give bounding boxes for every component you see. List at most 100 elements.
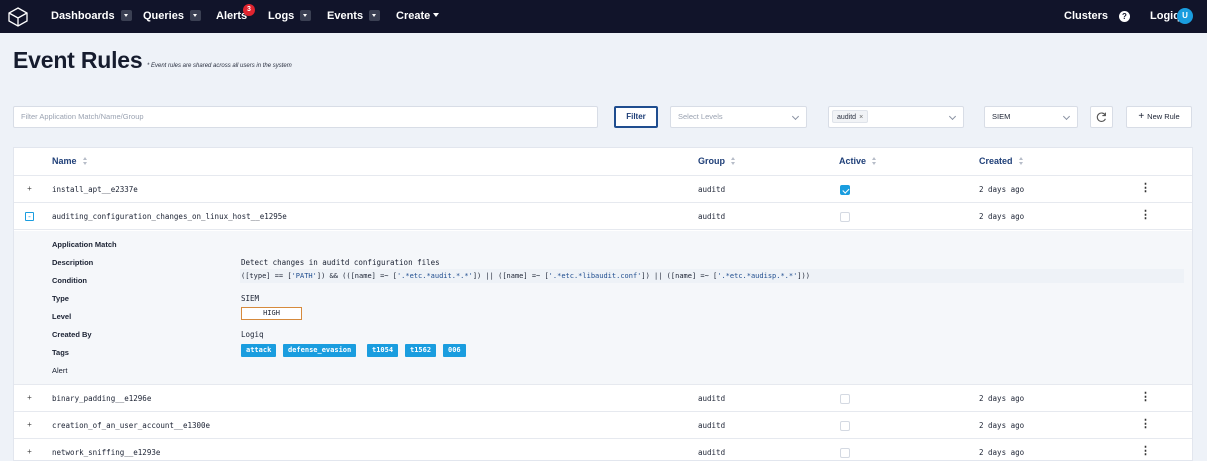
expand-icon[interactable]: + — [25, 394, 34, 403]
expand-icon[interactable]: + — [25, 185, 34, 194]
description-value: Detect changes in auditd configuration f… — [241, 258, 440, 267]
label-description: Description — [52, 258, 94, 267]
rules-table: Name Group Active Created + install_apt_… — [13, 147, 1193, 461]
collapse-icon[interactable]: - — [25, 212, 34, 221]
tag-badge: attack — [241, 344, 277, 357]
refresh-button[interactable] — [1090, 106, 1113, 128]
rule-name: auditing_configuration_changes_on_linux_… — [52, 212, 287, 221]
label-level: Level — [52, 312, 72, 321]
rule-group: auditd — [698, 448, 726, 457]
chevron-down-icon — [948, 112, 957, 121]
label-tags: Tags — [52, 348, 69, 357]
tag-badge: defense_evasion — [283, 344, 357, 357]
plus-icon: + — [1138, 111, 1145, 122]
tag-badge: t1054 — [367, 344, 399, 357]
label-condition: Condition — [52, 276, 87, 285]
chevron-down-icon — [791, 112, 800, 121]
type-value: SIEM — [241, 294, 260, 303]
rule-group: auditd — [698, 212, 726, 221]
level-value: HIGH — [241, 307, 302, 320]
alerts-badge: 3 — [243, 4, 255, 16]
sort-icon — [82, 157, 88, 165]
chevron-down-icon — [369, 9, 381, 21]
chevron-down-icon — [300, 9, 312, 21]
column-group[interactable]: Group — [698, 148, 736, 176]
kebab-menu-icon[interactable]: ⋮ — [1140, 203, 1151, 230]
tag-badge: t1562 — [405, 344, 437, 357]
nav-alerts[interactable]: Alerts — [216, 0, 247, 33]
new-rule-button[interactable]: + New Rule — [1126, 106, 1192, 128]
expand-icon[interactable]: + — [25, 421, 34, 430]
page-note: * Event rules are shared across all user… — [147, 63, 292, 69]
refresh-icon — [1096, 112, 1106, 122]
table-header: Name Group Active Created — [14, 148, 1192, 176]
rule-detail-panel: Application Match Description Detect cha… — [14, 231, 1192, 385]
rule-group: auditd — [698, 394, 726, 403]
rule-created: 2 days ago — [979, 421, 1025, 430]
sort-icon — [731, 157, 736, 165]
table-row[interactable]: + network_sniffing__e1293e auditd 2 days… — [14, 439, 1192, 461]
label-alert: Alert — [52, 366, 68, 375]
group-select[interactable]: auditd × — [828, 106, 964, 128]
created-by-value: Logiq — [241, 330, 264, 339]
logo-cube-icon[interactable] — [7, 6, 29, 28]
nav-clusters[interactable]: Clusters — [1064, 0, 1108, 33]
table-row[interactable]: + binary_padding__e1296e auditd 2 days a… — [14, 385, 1192, 412]
nav-events[interactable]: Events — [327, 0, 381, 33]
kebab-menu-icon[interactable]: ⋮ — [1140, 176, 1151, 203]
type-value: SIEM — [992, 112, 1011, 121]
nav-logs[interactable]: Logs — [268, 0, 312, 33]
rule-name: network_sniffing__e1293e — [52, 448, 161, 457]
active-checkbox[interactable] — [840, 394, 850, 404]
column-created[interactable]: Created — [979, 148, 1024, 176]
rule-group: auditd — [698, 185, 726, 194]
active-checkbox[interactable] — [840, 421, 850, 431]
rule-created: 2 days ago — [979, 448, 1025, 457]
table-row[interactable]: + install_apt__e2337e auditd 2 days ago … — [14, 176, 1192, 203]
label-created-by: Created By — [52, 330, 92, 339]
label-application-match: Application Match — [52, 240, 117, 249]
rule-name: creation_of_an_user_account__e1300e — [52, 421, 211, 430]
group-chip: auditd × — [832, 110, 869, 123]
column-active[interactable]: Active — [839, 148, 877, 176]
rule-created: 2 days ago — [979, 394, 1025, 403]
kebab-menu-icon[interactable]: ⋮ — [1140, 385, 1151, 412]
chevron-down-icon — [189, 9, 201, 21]
top-nav: Dashboards Queries Alerts 3 Logs Events … — [0, 0, 1207, 33]
filter-button[interactable]: Filter — [614, 106, 658, 128]
column-name[interactable]: Name — [52, 148, 88, 176]
user-name[interactable]: Logiq — [1150, 0, 1180, 33]
close-icon[interactable]: × — [859, 114, 863, 121]
kebab-menu-icon[interactable]: ⋮ — [1140, 439, 1151, 461]
chevron-down-icon — [120, 9, 132, 21]
expand-icon[interactable]: + — [25, 448, 34, 457]
rule-created: 2 days ago — [979, 212, 1025, 221]
sort-icon — [872, 157, 877, 165]
rule-name: binary_padding__e1296e — [52, 394, 152, 403]
label-type: Type — [52, 294, 69, 303]
levels-select[interactable]: Select Levels — [670, 106, 807, 128]
avatar[interactable]: U — [1177, 8, 1193, 24]
new-rule-label: New Rule — [1147, 112, 1180, 121]
rule-group: auditd — [698, 421, 726, 430]
type-select[interactable]: SIEM — [984, 106, 1078, 128]
nav-queries[interactable]: Queries — [143, 0, 201, 33]
sort-icon — [1018, 157, 1024, 165]
chevron-down-icon — [1062, 112, 1071, 121]
active-checkbox[interactable] — [840, 185, 850, 195]
nav-dashboards[interactable]: Dashboards — [51, 0, 132, 33]
kebab-menu-icon[interactable]: ⋮ — [1140, 412, 1151, 439]
table-row[interactable]: - auditing_configuration_changes_on_linu… — [14, 203, 1192, 230]
chevron-down-icon — [433, 13, 440, 18]
table-row[interactable]: + creation_of_an_user_account__e1300e au… — [14, 412, 1192, 439]
help-icon[interactable]: ? — [1119, 11, 1130, 22]
rule-created: 2 days ago — [979, 185, 1025, 194]
active-checkbox[interactable] — [840, 448, 850, 458]
levels-placeholder: Select Levels — [678, 112, 723, 121]
active-checkbox[interactable] — [840, 212, 850, 222]
search-input[interactable]: Filter Application Match/Name/Group — [13, 106, 598, 128]
nav-create[interactable]: Create — [396, 0, 440, 33]
condition-value: ([type] == ['PATH']) && (([name] =~ ['.*… — [241, 272, 810, 280]
page-title: Event Rules — [13, 47, 143, 73]
tag-badge: 006 — [443, 344, 466, 357]
